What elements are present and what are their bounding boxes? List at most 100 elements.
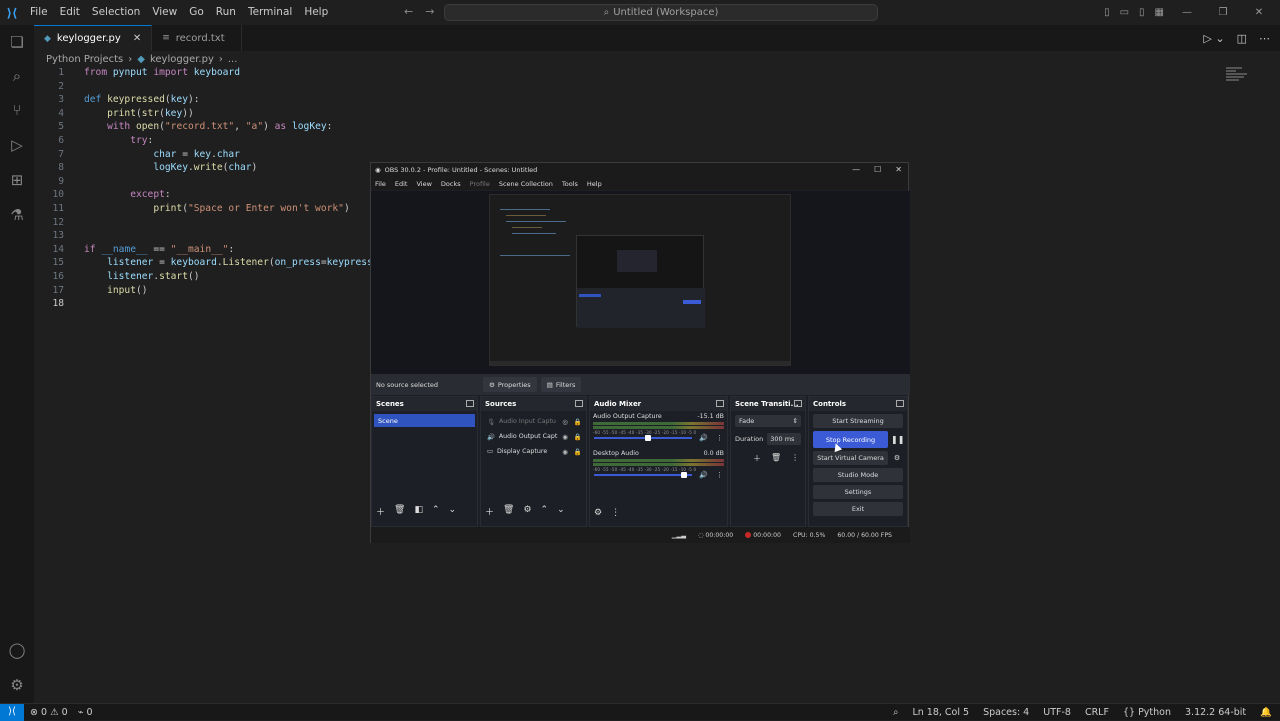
breadcrumb-folder[interactable]: Python Projects bbox=[46, 54, 123, 65]
source-item[interactable]: ▭ Display Capture ◉ 🔒 bbox=[481, 444, 586, 459]
explorer-icon[interactable]: ❏ bbox=[7, 32, 27, 52]
exit-button[interactable]: Exit bbox=[813, 502, 903, 516]
eye-icon[interactable]: ◉ bbox=[562, 433, 568, 441]
breadcrumb-file[interactable]: keylogger.py bbox=[150, 54, 214, 65]
menu-file[interactable]: File bbox=[24, 0, 54, 25]
add-icon[interactable]: ＋ bbox=[376, 505, 385, 518]
source-item[interactable]: 🎙 Audio Input Captu ◎ 🔒 bbox=[481, 414, 586, 429]
maximize-icon[interactable]: ☐ bbox=[874, 165, 881, 174]
ports-status[interactable]: ⌁ 0 bbox=[78, 707, 93, 718]
stop-recording-button[interactable]: Stop Recording bbox=[813, 431, 888, 448]
python-interpreter[interactable]: 3.12.2 64-bit bbox=[1185, 707, 1246, 718]
extensions-icon[interactable]: ⊞ bbox=[7, 170, 27, 190]
settings-button[interactable]: Settings bbox=[813, 485, 903, 499]
run-python-icon[interactable]: ▷ ⌄ bbox=[1203, 32, 1224, 45]
zoom-icon[interactable]: ⌕ bbox=[893, 707, 898, 718]
obs-menu-tools[interactable]: Tools bbox=[562, 180, 578, 188]
menu-selection[interactable]: Selection bbox=[86, 0, 146, 25]
forward-arrow-icon[interactable]: → bbox=[425, 5, 434, 18]
volume-slider-knob[interactable] bbox=[681, 472, 688, 478]
trash-icon[interactable]: 🗑 bbox=[394, 505, 405, 518]
line-ending[interactable]: CRLF bbox=[1085, 707, 1109, 718]
transition-select[interactable]: Fade ⇕ bbox=[735, 415, 801, 427]
more-options-icon[interactable]: ⋮ bbox=[716, 471, 723, 479]
split-editor-icon[interactable]: ◫ bbox=[1237, 32, 1247, 45]
menu-go[interactable]: Go bbox=[183, 0, 210, 25]
source-item[interactable]: 🔊 Audio Output Capt ◉ 🔒 bbox=[481, 429, 586, 444]
duration-input[interactable]: 300 ms bbox=[767, 433, 801, 445]
command-center[interactable]: ⌕ Untitled (Workspace) bbox=[444, 4, 878, 21]
undock-icon[interactable] bbox=[466, 400, 474, 407]
obs-menu-docks[interactable]: Docks bbox=[441, 180, 461, 188]
scene-item[interactable]: Scene bbox=[374, 414, 475, 427]
menu-run[interactable]: Run bbox=[210, 0, 242, 25]
arrow-up-icon[interactable]: ⌃ bbox=[541, 505, 549, 518]
customize-layout-icon[interactable]: ▦ bbox=[1155, 7, 1164, 18]
lock-icon[interactable]: 🔒 bbox=[574, 418, 582, 426]
properties-button[interactable]: ⚙ Properties bbox=[483, 377, 537, 392]
pause-icon[interactable]: ❚❚ bbox=[891, 435, 904, 444]
gear-icon[interactable]: ⚙ bbox=[891, 454, 903, 462]
close-tab-icon[interactable]: ✕ bbox=[133, 33, 141, 44]
speaker-icon[interactable]: 🔊 bbox=[699, 471, 708, 479]
minimap[interactable] bbox=[1226, 66, 1252, 86]
more-options-icon[interactable]: ⋮ bbox=[716, 434, 723, 442]
eye-icon[interactable]: ◉ bbox=[562, 448, 568, 456]
volume-slider[interactable] bbox=[594, 435, 692, 441]
toggle-secondary-sidebar-icon[interactable]: ▯ bbox=[1139, 7, 1145, 18]
remote-icon[interactable]: ⟩⟨ bbox=[0, 703, 24, 721]
indentation[interactable]: Spaces: 4 bbox=[983, 707, 1029, 718]
search-icon[interactable]: ⌕ bbox=[7, 66, 27, 86]
close-window-icon[interactable]: ✕ bbox=[1246, 7, 1272, 18]
obs-menu-help[interactable]: Help bbox=[587, 180, 602, 188]
undock-icon[interactable] bbox=[716, 400, 724, 407]
obs-menu-profile[interactable]: Profile bbox=[470, 180, 490, 188]
eye-hidden-icon[interactable]: ◎ bbox=[562, 418, 568, 426]
minimize-icon[interactable]: — bbox=[852, 165, 860, 174]
back-arrow-icon[interactable]: ← bbox=[404, 5, 413, 18]
minimize-icon[interactable]: — bbox=[1174, 7, 1200, 18]
more-actions-icon[interactable]: ⋯ bbox=[1259, 32, 1270, 45]
toggle-sidebar-icon[interactable]: ▯ bbox=[1104, 7, 1110, 18]
bell-icon[interactable]: 🔔 bbox=[1260, 707, 1272, 718]
tab-record[interactable]: ≡ record.txt bbox=[152, 25, 243, 51]
tab-keylogger[interactable]: ◆ keylogger.py ✕ bbox=[34, 25, 153, 51]
trash-icon[interactable]: 🗑 bbox=[771, 453, 781, 464]
volume-slider[interactable] bbox=[594, 472, 692, 478]
language-mode[interactable]: {} Python bbox=[1123, 707, 1171, 718]
source-control-icon[interactable]: ⑂ bbox=[7, 100, 27, 120]
lock-icon[interactable]: 🔒 bbox=[574, 433, 582, 441]
run-debug-icon[interactable]: ▷ bbox=[7, 135, 27, 155]
undock-icon[interactable] bbox=[794, 400, 802, 407]
account-icon[interactable]: ◯ bbox=[7, 640, 27, 660]
obs-menu-edit[interactable]: Edit bbox=[395, 180, 408, 188]
toggle-panel-icon[interactable]: ▭ bbox=[1120, 7, 1129, 18]
close-icon[interactable]: ✕ bbox=[895, 165, 902, 174]
add-icon[interactable]: ＋ bbox=[753, 453, 761, 464]
breadcrumb-more[interactable]: ... bbox=[228, 54, 238, 65]
studio-mode-button[interactable]: Studio Mode bbox=[813, 468, 903, 482]
restore-icon[interactable]: ❐ bbox=[1210, 7, 1236, 18]
more-options-icon[interactable]: ⋮ bbox=[611, 508, 620, 518]
gear-icon[interactable]: ⚙ bbox=[523, 505, 531, 518]
gear-icon[interactable]: ⚙ bbox=[7, 675, 27, 695]
advanced-audio-icon[interactable]: ⚙ bbox=[594, 508, 602, 518]
trash-icon[interactable]: 🗑 bbox=[503, 505, 514, 518]
menu-terminal[interactable]: Terminal bbox=[242, 0, 298, 25]
speaker-icon[interactable]: 🔊 bbox=[699, 434, 708, 442]
encoding[interactable]: UTF-8 bbox=[1043, 707, 1071, 718]
menu-edit[interactable]: Edit bbox=[54, 0, 86, 25]
filters-button[interactable]: ▤ Filters bbox=[540, 377, 582, 392]
start-virtual-camera-button[interactable]: Start Virtual Camera bbox=[813, 451, 888, 465]
obs-preview[interactable] bbox=[371, 191, 910, 374]
menu-view[interactable]: View bbox=[146, 0, 183, 25]
undock-icon[interactable] bbox=[575, 400, 583, 407]
filter-icon[interactable]: ◧ bbox=[414, 505, 423, 518]
arrow-up-icon[interactable]: ⌃ bbox=[432, 505, 440, 518]
cursor-position[interactable]: Ln 18, Col 5 bbox=[912, 707, 969, 718]
testing-icon[interactable]: ⚗ bbox=[7, 205, 27, 225]
arrow-down-icon[interactable]: ⌄ bbox=[557, 505, 565, 518]
start-streaming-button[interactable]: Start Streaming bbox=[813, 414, 903, 428]
arrow-down-icon[interactable]: ⌄ bbox=[449, 505, 457, 518]
problems-status[interactable]: ⊗ 0 ⚠ 0 bbox=[30, 707, 68, 718]
